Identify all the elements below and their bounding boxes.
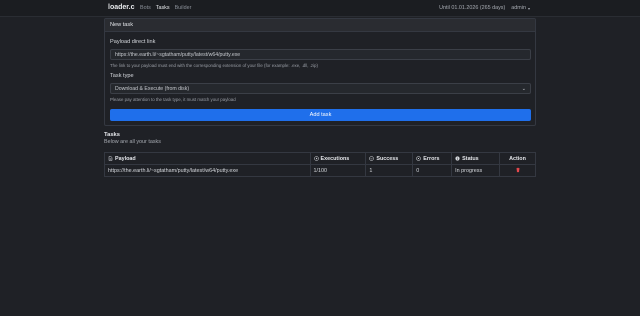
row-payload: https://the.earth.li/~sgtatham/putty/lat…	[104, 164, 311, 177]
row-success: 1	[365, 164, 414, 177]
task-type-select[interactable]: Download & Execute (from disk) ⌄	[110, 83, 531, 94]
brand-logo[interactable]: loader.c	[108, 4, 134, 11]
nav-right: Until 01.01.2026 (265 days) admin ▾	[439, 5, 530, 11]
col-action: Action	[499, 152, 536, 165]
row-executions: 1/100	[309, 164, 367, 177]
x-circle-icon	[416, 155, 422, 161]
task-type-value: Download & Execute (from disk)	[115, 86, 190, 92]
table-row: https://the.earth.li/~sgtatham/putty/lat…	[104, 164, 536, 177]
payload-help: The link to your payload must end with t…	[110, 63, 318, 68]
user-menu[interactable]: admin ▾	[511, 5, 530, 11]
user-name: admin	[511, 5, 526, 11]
payload-label: Payload direct link	[110, 39, 156, 45]
table-header-row: Payload Executions Success Errors Status…	[104, 152, 536, 165]
tasks-title: Tasks	[104, 132, 121, 138]
chevron-down-icon: ▾	[527, 5, 530, 11]
nav-link-builder[interactable]: Builder	[175, 5, 192, 11]
tasks-table: Payload Executions Success Errors Status…	[104, 152, 536, 177]
row-status: In progress	[451, 164, 501, 177]
row-errors: 0	[412, 164, 453, 177]
payload-input-value: https://the.earth.li/~sgtatham/putty/lat…	[115, 52, 241, 58]
new-task-card: New task Payload direct link https://the…	[104, 18, 536, 126]
nav-link-bots[interactable]: Bots	[140, 5, 151, 11]
add-task-button[interactable]: Add task	[110, 109, 531, 121]
license-expiry: Until 01.01.2026 (265 days)	[439, 5, 506, 11]
task-type-label: Task type	[110, 73, 134, 79]
play-circle-icon	[313, 155, 319, 161]
col-status: Status	[451, 152, 501, 165]
col-success: Success	[365, 152, 414, 165]
info-circle-icon	[455, 155, 460, 161]
col-errors: Errors	[412, 152, 453, 165]
file-icon	[108, 155, 113, 161]
col-payload: Payload	[104, 152, 311, 165]
col-executions: Executions	[309, 152, 367, 165]
check-circle-icon	[369, 155, 375, 161]
row-action	[499, 164, 536, 177]
nav-link-tasks[interactable]: Tasks	[156, 5, 170, 11]
card-header: New task	[105, 19, 535, 32]
trash-icon[interactable]	[515, 167, 521, 173]
tasks-subtitle: Below are all your tasks	[104, 139, 161, 145]
nav-links: Bots Tasks Builder	[140, 5, 191, 11]
task-type-help: Please pay attention to the task type, i…	[110, 97, 236, 102]
chevron-down-icon: ⌄	[521, 86, 526, 92]
top-navbar: loader.c Bots Tasks Builder Until 01.01.…	[0, 0, 640, 17]
payload-input[interactable]: https://the.earth.li/~sgtatham/putty/lat…	[110, 49, 531, 60]
